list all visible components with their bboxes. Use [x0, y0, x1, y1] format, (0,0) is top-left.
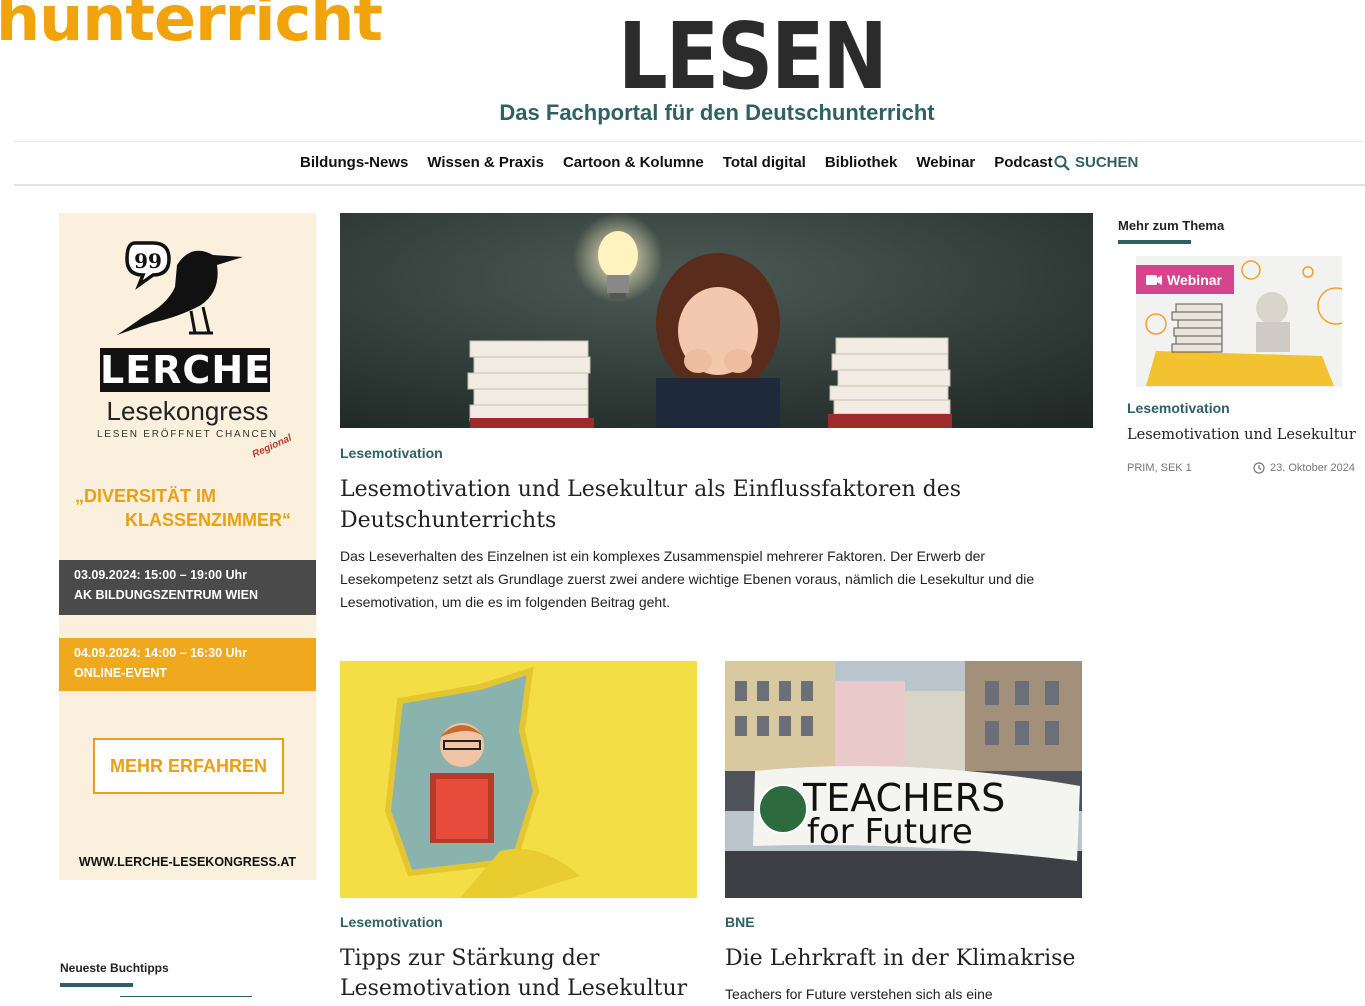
video-camera-icon [1146, 274, 1162, 285]
main-nav: Bildungs-News Wissen & Praxis Cartoon & … [300, 154, 1053, 171]
nav-item-total-digital[interactable]: Total digital [723, 154, 806, 171]
article3-image[interactable]: TEACHERS for Future [725, 661, 1082, 898]
site-tagline: Das Fachportal für den Deutschunterricht [499, 100, 935, 125]
clock-icon [1253, 462, 1265, 474]
cropped-brand-text: hunterricht [0, 0, 383, 55]
ad-theme-line2: KLASSENZIMMER“ [125, 510, 291, 530]
sidebar-article-date-text: 23. Oktober 2024 [1270, 462, 1356, 474]
search-icon [1054, 155, 1070, 171]
nav-item-bibliothek[interactable]: Bibliothek [825, 154, 898, 171]
ad-event2-place: ONLINE-EVENT [74, 666, 168, 680]
banner-text-line2: for Future [807, 812, 973, 852]
featured-category[interactable]: Lesemotivation [340, 445, 443, 461]
ad-event1: 03.09.2024: 15:00 – 19:00 Uhr AK BILDUNG… [59, 560, 316, 615]
article2-image[interactable] [340, 661, 697, 898]
buchtipp-thumbnail-edge[interactable] [120, 996, 252, 1001]
section-underline [60, 983, 133, 987]
section-heading-buchtipps: Neueste Buchtipps [60, 961, 169, 975]
featured-teaser-line2: Lesekompetenz setzt als Grundlage zuerst… [340, 571, 1035, 587]
search-button[interactable]: SUCHEN [1054, 154, 1138, 171]
webinar-badge: Webinar [1136, 265, 1234, 294]
sidebar-article-tags: PRIM, SEK 1 [1127, 462, 1192, 474]
article2-category[interactable]: Lesemotivation [340, 914, 443, 930]
article3-title[interactable]: Die Lehrkraft in der Klimakrise [725, 943, 1075, 974]
featured-title-line2[interactable]: Deutschunterrichts [340, 505, 556, 536]
nav-item-bildungs-news[interactable]: Bildungs-News [300, 154, 408, 171]
nav-item-wissen-praxis[interactable]: Wissen & Praxis [427, 154, 544, 171]
nav-item-cartoon-kolumne[interactable]: Cartoon & Kolumne [563, 154, 704, 171]
sidebar-article-title[interactable]: Lesemotivation und Lesekultur [1127, 427, 1356, 443]
article3-category[interactable]: BNE [725, 914, 755, 930]
featured-title-line1[interactable]: Lesemotivation und Lesekultur als Einflu… [340, 474, 961, 505]
lerche-ad-banner[interactable]: 99 LERCHE Lesekongress LESEN ERÖFFNET CH… [59, 213, 316, 880]
featured-teaser-line1: Das Leseverhalten des Einzelnen ist ein … [340, 548, 986, 564]
ad-more-button[interactable]: MEHR ERFAHREN [93, 738, 284, 794]
featured-teaser-line3: Lesemotivation, um die es im folgenden B… [340, 594, 670, 610]
article2-title-line1[interactable]: Tipps zur Stärkung der [340, 943, 599, 974]
ad-event2-time: 04.09.2024: 14:00 – 16:30 Uhr [74, 646, 248, 660]
nav-item-webinar[interactable]: Webinar [916, 154, 975, 171]
ad-subtitle: Lesekongress [106, 396, 269, 426]
sidebar-article-category[interactable]: Lesemotivation [1127, 400, 1230, 416]
ad-url[interactable]: WWW.LERCHE-LESEKONGRESS.AT [59, 855, 316, 869]
search-label: SUCHEN [1075, 154, 1139, 171]
ad-event1-place: AK BILDUNGSZENTRUM WIEN [74, 588, 259, 602]
article2-title-line2[interactable]: Lesemotivation und Lesekultur [340, 973, 687, 1004]
sidebar-heading-underline [1118, 240, 1191, 244]
ad-event2: 04.09.2024: 14:00 – 16:30 Uhr ONLINE-EVE… [59, 638, 316, 691]
webinar-badge-label: Webinar [1167, 271, 1222, 288]
article3-teaser: Teachers for Future verstehen sich als e… [725, 986, 993, 1002]
sidebar-article-date: 23. Oktober 2024 [1253, 462, 1355, 474]
featured-article-image[interactable] [340, 213, 1093, 428]
sidebar-heading: Mehr zum Thema [1118, 218, 1225, 233]
svg-text:99: 99 [134, 249, 162, 273]
site-logo[interactable]: LESEN [618, 4, 888, 110]
bird-logo-icon: 99 [117, 241, 243, 335]
ad-theme-line1: „DIVERSITÄT IM [75, 486, 217, 506]
nav-item-podcast[interactable]: Podcast [994, 154, 1052, 171]
ad-brand: LERCHE [100, 348, 272, 392]
ad-event1-time: 03.09.2024: 15:00 – 19:00 Uhr [74, 568, 248, 582]
